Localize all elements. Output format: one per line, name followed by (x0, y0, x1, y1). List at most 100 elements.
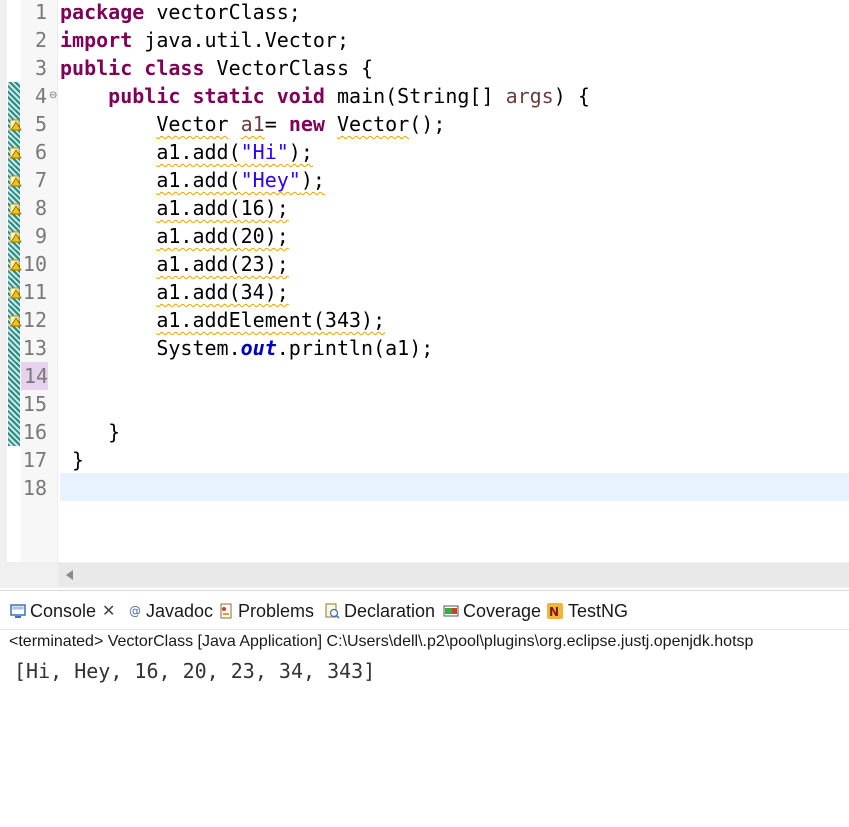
scroll-left-arrow-icon[interactable] (66, 570, 73, 580)
change-marker (8, 362, 20, 390)
code-token: a1.add( (156, 168, 241, 192)
code-text[interactable]: a1.add(16); (60, 194, 288, 222)
declaration-icon (325, 603, 340, 619)
tab-problems[interactable]: Problems (218, 600, 314, 622)
line-number: 3 (34, 56, 47, 80)
code-text[interactable]: public static void main(String[] args) { (60, 82, 590, 110)
code-line[interactable]: 7 a1.add("Hey"); (0, 166, 849, 194)
line-number: 12 (22, 308, 47, 332)
code-line[interactable]: 17 } (0, 446, 849, 474)
code-text[interactable]: public class VectorClass { (60, 54, 373, 82)
code-line[interactable]: 14 (0, 362, 849, 390)
code-token: System. (60, 336, 241, 360)
code-line[interactable]: 13 System.out.println(a1); (0, 334, 849, 362)
tab-coverage[interactable]: Coverage (443, 600, 541, 622)
code-editor[interactable]: 1 package vectorClass; 2 import java.util.V… (0, 0, 849, 562)
code-line[interactable]: 11 a1.add(34); (0, 278, 849, 306)
code-token: "Hi" (240, 140, 289, 164)
code-line[interactable]: 18 (0, 474, 849, 502)
process-status-label: <terminated> VectorClass [Java Applicati… (9, 633, 754, 650)
code-line[interactable]: 5 Vector a1= new Vector(); (0, 110, 849, 138)
tab-testng[interactable]: N TestNG (546, 600, 628, 622)
code-text[interactable]: System.out.println(a1); (60, 334, 433, 362)
console-panel: Console ✕ @ Javadoc Problems Declaration (0, 590, 849, 827)
line-number: 2 (34, 28, 47, 52)
line-number: 15 (22, 392, 47, 416)
code-token: static (192, 84, 265, 108)
code-text[interactable]: import java.util.Vector; (60, 26, 349, 54)
code-line[interactable]: 1 package vectorClass; (0, 0, 849, 26)
tab-declaration[interactable]: Declaration (324, 600, 435, 622)
svg-text:N: N (549, 605, 559, 619)
line-number: 16 (22, 420, 47, 444)
problems-icon (220, 603, 232, 619)
code-token: a1.add(20); (156, 224, 289, 248)
console-icon (10, 604, 26, 618)
code-text[interactable]: a1.add("Hey"); (60, 166, 325, 194)
code-line[interactable]: 9 a1.add(20); (0, 222, 849, 250)
testng-icon: N (547, 603, 563, 619)
code-token: package (60, 0, 145, 24)
line-number: 5 (34, 112, 47, 136)
code-line[interactable]: 4 ⊖ public static void main(String[] args… (0, 82, 849, 110)
code-line[interactable]: 16 } (0, 418, 849, 446)
tab-console[interactable]: Console ✕ (10, 600, 115, 622)
line-number: 10 (22, 252, 47, 276)
code-line[interactable]: 15 (0, 390, 849, 418)
fold-toggle-icon[interactable]: ⊖ (49, 91, 57, 101)
svg-text:@: @ (129, 604, 141, 618)
code-token: .println(a1); (276, 336, 434, 360)
horizontal-scrollbar[interactable] (0, 562, 849, 588)
code-token: a1.addElement(343); (156, 308, 386, 332)
code-line[interactable]: 2 import java.util.Vector; (0, 26, 849, 54)
tab-javadoc[interactable]: @ Javadoc (128, 600, 213, 622)
code-token: main(String[] (324, 84, 506, 108)
code-token: Vector (336, 112, 410, 136)
tab-testng-label: TestNG (568, 600, 629, 621)
code-token: ) { (553, 84, 590, 108)
coverage-icon (443, 605, 459, 617)
scrollbar-track[interactable] (58, 563, 849, 587)
code-text[interactable]: a1.add(34); (60, 278, 288, 306)
code-token: a1 (240, 112, 265, 136)
close-icon[interactable]: ✕ (102, 601, 115, 621)
code-token: } (60, 420, 121, 444)
code-token: (); (409, 112, 446, 136)
line-number: 9 (34, 224, 47, 248)
tab-javadoc-label: Javadoc (146, 600, 214, 621)
code-line[interactable]: 12 a1.addElement(343); (0, 306, 849, 334)
view-tab-bar: Console ✕ @ Javadoc Problems Declaration (0, 591, 849, 630)
code-line[interactable]: 6 a1.add("Hi"); (0, 138, 849, 166)
line-number: 1 (34, 0, 47, 24)
code-token: "Hey" (240, 168, 301, 192)
code-text[interactable]: a1.add(20); (60, 222, 289, 250)
code-text[interactable]: a1.add("Hi"); (60, 138, 313, 166)
console-output[interactable]: [Hi, Hey, 16, 20, 23, 34, 343] (14, 658, 375, 684)
code-token: } (60, 448, 85, 472)
code-token: java.util.Vector; (132, 28, 349, 52)
code-token: out (240, 336, 277, 360)
line-number: 8 (34, 196, 47, 220)
tab-declaration-label: Declaration (344, 600, 436, 621)
code-text[interactable]: } (60, 446, 84, 474)
code-line[interactable]: 8 a1.add(16); (0, 194, 849, 222)
javadoc-icon: @ (129, 604, 141, 618)
code-line[interactable]: 10 a1.add(23); (0, 250, 849, 278)
code-text[interactable]: a1.addElement(343); (60, 306, 385, 334)
code-text[interactable]: a1.add(23); (60, 250, 288, 278)
code-token: VectorClass { (204, 56, 374, 80)
code-token: public (60, 56, 133, 80)
code-text[interactable]: package vectorClass; (60, 0, 301, 26)
code-text[interactable]: Vector a1= new Vector(); (60, 110, 445, 138)
code-line[interactable]: 3 public class VectorClass { (0, 54, 849, 82)
code-token: ); (300, 168, 325, 192)
code-text[interactable]: } (60, 418, 120, 446)
line-number: 18 (22, 476, 47, 500)
tab-console-label: Console (30, 600, 97, 621)
tab-problems-label: Problems (238, 600, 315, 621)
